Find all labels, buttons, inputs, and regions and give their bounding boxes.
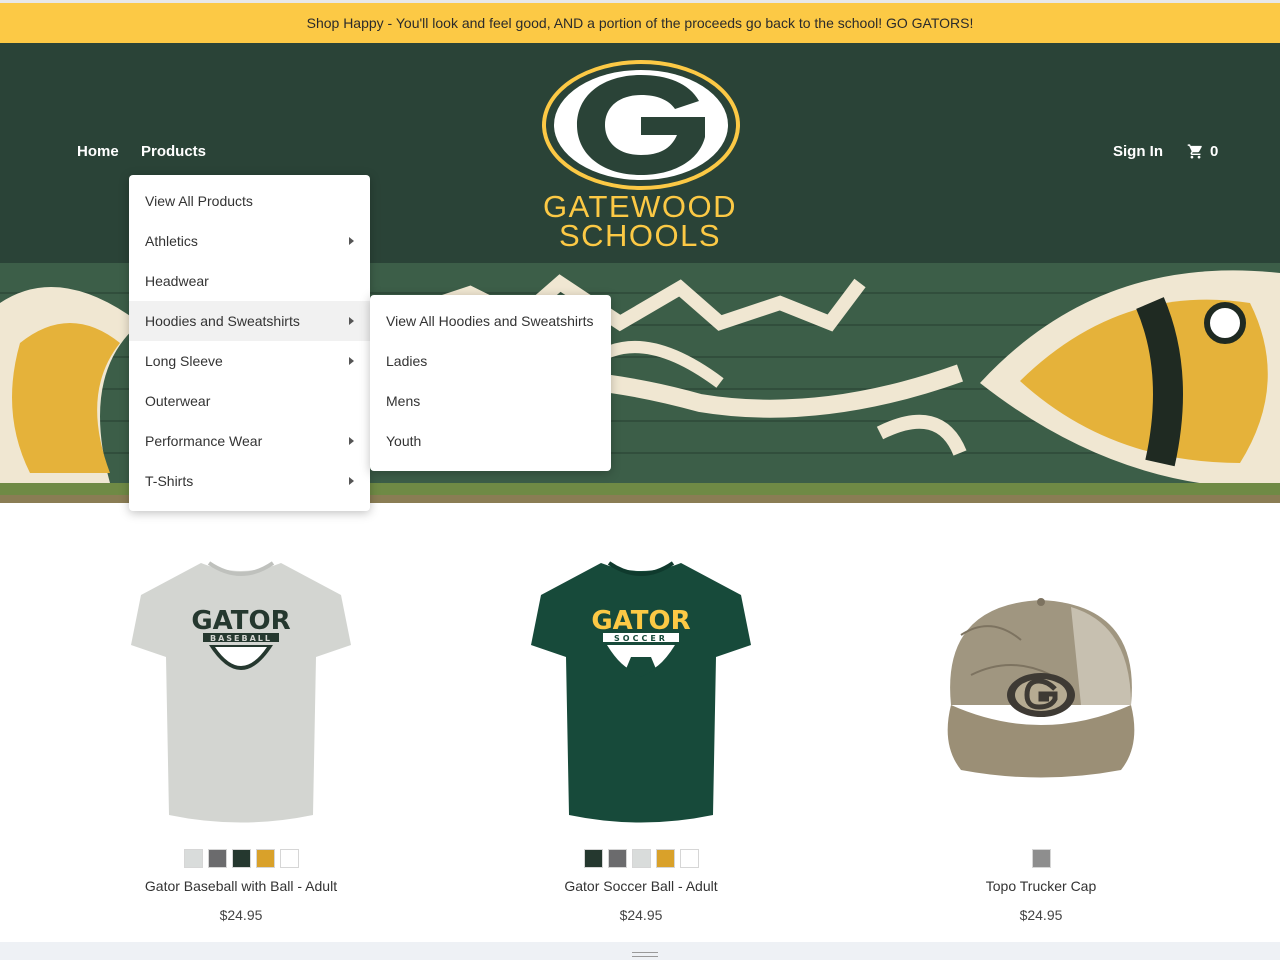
menu-item-label: T-Shirts bbox=[145, 473, 194, 489]
menu-item-label: Outerwear bbox=[145, 393, 211, 409]
shirt-print-subtext: SOCCER bbox=[614, 634, 668, 643]
product-image-baseball-tee[interactable]: GATOR BASEBALL bbox=[131, 545, 351, 825]
gator-g-logo-icon bbox=[542, 60, 740, 190]
submenu-item-ladies[interactable]: Ladies bbox=[370, 341, 611, 381]
product-card[interactable]: GATOR BASEBALL Gator Baseball with Ball … bbox=[91, 545, 391, 935]
cart-button[interactable]: 0 bbox=[1187, 143, 1218, 160]
color-swatches bbox=[891, 849, 1191, 868]
menu-item-label: View All Products bbox=[145, 193, 253, 209]
caret-right-icon bbox=[349, 317, 354, 325]
hoodies-submenu: View All Hoodies and Sweatshirts Ladies … bbox=[370, 295, 611, 471]
submenu-item-label: Youth bbox=[386, 433, 422, 449]
menu-item-hoodies-and-sweatshirts[interactable]: Hoodies and Sweatshirts bbox=[129, 301, 370, 341]
submenu-item-mens[interactable]: Mens bbox=[370, 381, 611, 421]
product-price: $24.95 bbox=[1019, 907, 1063, 923]
color-swatch[interactable] bbox=[279, 849, 299, 868]
product-price: $24.95 bbox=[219, 907, 263, 923]
color-swatches bbox=[491, 849, 791, 868]
products-dropdown: View All Products Athletics Headwear Hoo… bbox=[129, 175, 370, 511]
menu-item-label: Athletics bbox=[145, 233, 198, 249]
drag-handle-icon[interactable] bbox=[632, 952, 658, 957]
menu-item-label: Performance Wear bbox=[145, 433, 263, 449]
color-swatch[interactable] bbox=[255, 849, 275, 868]
sign-in-link[interactable]: Sign In bbox=[1113, 143, 1163, 160]
nav-products[interactable]: Products bbox=[141, 143, 206, 160]
product-image-trucker-cap[interactable] bbox=[931, 545, 1151, 825]
product-image-soccer-tee[interactable]: GATOR SOCCER bbox=[531, 545, 751, 825]
product-name[interactable]: Gator Baseball with Ball - Adult bbox=[91, 878, 391, 894]
logo-line-2: SCHOOLS bbox=[558, 218, 722, 253]
menu-item-view-all-products[interactable]: View All Products bbox=[129, 181, 370, 221]
product-price: $24.95 bbox=[619, 907, 663, 923]
school-logo[interactable]: GATEWOOD SCHOOLS bbox=[520, 55, 760, 255]
color-swatch[interactable] bbox=[1031, 849, 1051, 868]
shirt-print-text: GATOR bbox=[591, 606, 690, 636]
shirt-print-subtext: BASEBALL bbox=[210, 634, 272, 643]
caret-right-icon bbox=[349, 357, 354, 365]
product-card[interactable]: GATOR SOCCER Gator Soccer Ball - Adult $… bbox=[491, 545, 791, 935]
shirt-print-text: GATOR bbox=[191, 606, 290, 636]
submenu-item-label: Mens bbox=[386, 393, 421, 409]
menu-item-label: Long Sleeve bbox=[145, 353, 223, 369]
nav-home[interactable]: Home bbox=[77, 143, 119, 160]
menu-item-athletics[interactable]: Athletics bbox=[129, 221, 370, 261]
footer-bar bbox=[0, 942, 1280, 960]
cart-icon bbox=[1187, 144, 1202, 159]
menu-item-long-sleeve[interactable]: Long Sleeve bbox=[129, 341, 370, 381]
promo-banner: Shop Happy - You'll look and feel good, … bbox=[0, 3, 1280, 43]
caret-right-icon bbox=[349, 237, 354, 245]
color-swatch[interactable] bbox=[631, 849, 651, 868]
caret-right-icon bbox=[349, 437, 354, 445]
color-swatch[interactable] bbox=[183, 849, 203, 868]
menu-item-label: Hoodies and Sweatshirts bbox=[145, 313, 300, 329]
product-name[interactable]: Topo Trucker Cap bbox=[891, 878, 1191, 894]
submenu-item-label: Ladies bbox=[386, 353, 428, 369]
color-swatch[interactable] bbox=[607, 849, 627, 868]
submenu-item-youth[interactable]: Youth bbox=[370, 421, 611, 461]
menu-item-outerwear[interactable]: Outerwear bbox=[129, 381, 370, 421]
promo-text: Shop Happy - You'll look and feel good, … bbox=[306, 15, 974, 31]
submenu-item-label: View All Hoodies and Sweatshirts bbox=[386, 313, 594, 329]
cart-count: 0 bbox=[1210, 143, 1219, 160]
color-swatch[interactable] bbox=[207, 849, 227, 868]
color-swatch[interactable] bbox=[655, 849, 675, 868]
menu-item-headwear[interactable]: Headwear bbox=[129, 261, 370, 301]
caret-right-icon bbox=[349, 477, 354, 485]
product-card[interactable]: Topo Trucker Cap $24.95 bbox=[891, 545, 1191, 935]
menu-item-performance-wear[interactable]: Performance Wear bbox=[129, 421, 370, 461]
color-swatch[interactable] bbox=[231, 849, 251, 868]
color-swatches bbox=[91, 849, 391, 868]
color-swatch[interactable] bbox=[583, 849, 603, 868]
menu-item-t-shirts[interactable]: T-Shirts bbox=[129, 461, 370, 501]
submenu-item-view-all-hoodies[interactable]: View All Hoodies and Sweatshirts bbox=[370, 301, 611, 341]
menu-item-label: Headwear bbox=[145, 273, 209, 289]
product-name[interactable]: Gator Soccer Ball - Adult bbox=[491, 878, 791, 894]
color-swatch[interactable] bbox=[679, 849, 699, 868]
